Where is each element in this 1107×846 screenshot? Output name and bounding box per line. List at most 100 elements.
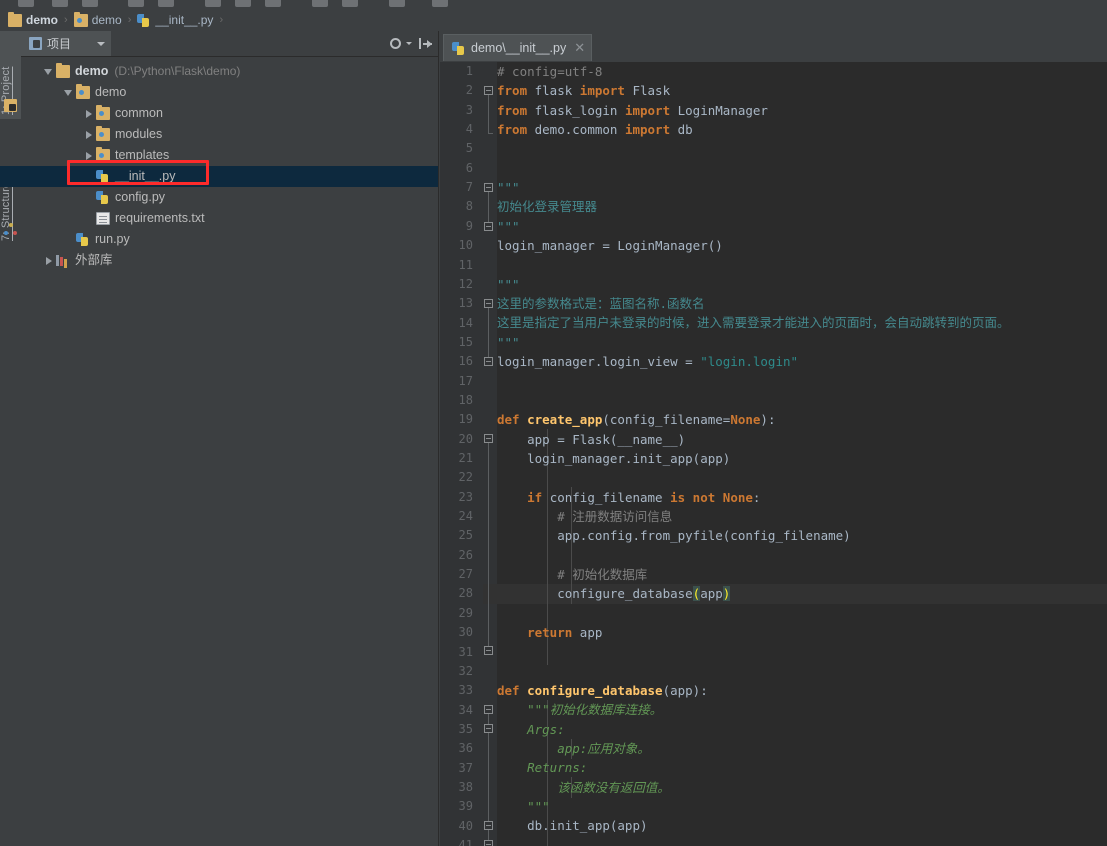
toolbar-icon[interactable] (18, 0, 34, 7)
fold-marker-docstring-2[interactable] (484, 299, 493, 308)
code-line: def create_app(config_filename=None): (497, 412, 776, 428)
tree-row-templates[interactable]: templates (21, 145, 438, 166)
project-tree: demo (D:\Python\Flask\demo) demo common … (0, 57, 438, 271)
toolbar-icon[interactable] (205, 0, 221, 7)
code-line: app.config.from_pyfile(config_filename) (497, 528, 851, 544)
code-line: from demo.common import db (497, 122, 693, 138)
python-file-icon (96, 170, 110, 183)
folder-icon (56, 63, 70, 78)
chevron-down-icon[interactable] (97, 41, 106, 46)
tab-project-view[interactable]: 项目 (21, 31, 112, 56)
tree-row-requirements-txt[interactable]: requirements.txt (21, 208, 438, 229)
breadcrumb-separator: › (127, 14, 132, 26)
toolbar-icon[interactable] (312, 0, 328, 7)
tree-item-label: templates (115, 148, 170, 162)
tree-row-modules[interactable]: modules (21, 124, 438, 145)
tree-item-path: (D:\Python\Flask\demo) (114, 64, 241, 78)
code-line: Returns: (497, 760, 588, 776)
code-line: """ (497, 334, 520, 350)
code-text[interactable]: # config=utf-8 from flask import Flask f… (497, 62, 1107, 846)
toolbar-icon[interactable] (432, 0, 448, 7)
code-line: if config_filename is not None: (527, 489, 761, 505)
hide-panel-icon[interactable] (419, 37, 432, 50)
module-folder-icon (96, 126, 110, 141)
project-panel-actions (389, 31, 432, 56)
close-icon[interactable]: ✕ (574, 41, 585, 54)
tree-row-config-py[interactable]: config.py (21, 187, 438, 208)
module-folder-icon (96, 147, 110, 162)
python-file-icon (452, 41, 466, 55)
chevron-expanded-icon[interactable] (43, 66, 54, 77)
breadcrumb-item-1[interactable]: demo (73, 9, 122, 31)
fold-marker-docstring-3-end[interactable] (484, 821, 493, 830)
chevron-collapsed-icon[interactable] (83, 150, 94, 161)
code-line: 这里的参数格式是：蓝图名称.函数名 (497, 296, 705, 312)
code-line: # config=utf-8 (497, 64, 603, 79)
python-file-icon (76, 233, 90, 246)
chevron-collapsed-icon[interactable] (83, 108, 94, 119)
chevron-collapsed-icon[interactable] (83, 129, 94, 140)
fold-marker-docstring-1[interactable] (484, 183, 493, 192)
twisty-placeholder (83, 171, 94, 182)
gear-icon[interactable] (389, 37, 402, 50)
chevron-down-icon[interactable] (406, 42, 412, 45)
code-editor[interactable]: 1 2 3 4 5 6 7 8 9 10 11 12 13 14 15 16 1… (440, 62, 1107, 846)
toolbar-icon[interactable] (265, 0, 281, 7)
toolbar-icon[interactable] (158, 0, 174, 7)
fold-region-end (488, 133, 493, 134)
python-file-icon (137, 13, 151, 27)
text-file-icon (96, 212, 110, 225)
tree-item-label: run.py (95, 232, 130, 246)
fold-marker-create-app[interactable] (484, 434, 493, 443)
tab-init-py[interactable]: demo\__init__.py ✕ (443, 34, 593, 61)
toolbar-icon[interactable] (82, 0, 98, 7)
fold-region-line (488, 308, 489, 357)
chevron-expanded-icon[interactable] (63, 87, 74, 98)
tree-row-external-libraries[interactable]: 外部库 (21, 250, 438, 271)
tree-row-run-py[interactable]: run.py (21, 229, 438, 250)
project-view-label: 项目 (47, 37, 72, 51)
toolbar-icon[interactable] (342, 0, 358, 7)
toolbar-icon[interactable] (128, 0, 144, 7)
tree-item-label: modules (115, 127, 163, 141)
code-line: """ (497, 276, 520, 292)
tree-item-label: demo (75, 64, 109, 78)
fold-marker-body-end[interactable] (484, 840, 493, 846)
toolbar-icon[interactable] (389, 0, 405, 7)
tree-item-label: 外部库 (75, 253, 113, 267)
fold-marker-docstring-3[interactable] (484, 724, 493, 733)
toolbar-icon[interactable] (235, 0, 251, 7)
tree-row-demo-package[interactable]: demo (21, 82, 438, 103)
code-line: Args: (497, 721, 565, 737)
fold-marker-docstring-2-end[interactable] (484, 357, 493, 366)
code-line: """ (497, 799, 550, 815)
code-line: db.init_app(app) (497, 818, 648, 834)
project-view-icon (29, 37, 42, 50)
code-line: # 注册数据访问信息 (497, 508, 673, 524)
tree-row-demo-root[interactable]: demo (D:\Python\Flask\demo) (21, 61, 438, 82)
tree-row-init-py[interactable]: __init__.py (0, 166, 438, 187)
breadcrumb-item-2[interactable]: __init__.py (137, 9, 213, 31)
tree-row-common[interactable]: common (21, 103, 438, 124)
chevron-collapsed-icon[interactable] (43, 255, 54, 266)
fold-marker-create-app-end[interactable] (484, 646, 493, 655)
python-file-icon (96, 191, 110, 204)
fold-marker-docstring-1-end[interactable] (484, 222, 493, 231)
toolbar-icon[interactable] (52, 0, 68, 7)
folder-icon (8, 11, 22, 27)
code-line: app:应用对象。 (497, 741, 650, 757)
fold-region-line (488, 95, 489, 133)
fold-marker-configure-database[interactable] (484, 705, 493, 714)
fold-marker-imports[interactable] (484, 86, 493, 95)
breadcrumb-item-0[interactable]: demo (8, 9, 58, 31)
